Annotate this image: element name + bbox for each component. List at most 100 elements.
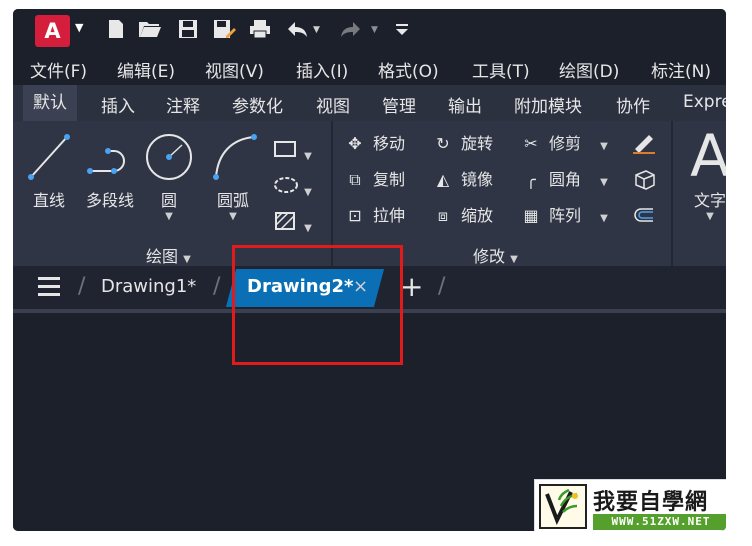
print-icon[interactable] bbox=[247, 18, 273, 44]
tab-manage[interactable]: 管理 bbox=[382, 92, 416, 117]
trim-dropdown-icon[interactable]: ▼ bbox=[600, 141, 608, 152]
cube-icon bbox=[635, 170, 655, 190]
move-tool[interactable]: ✥ 移动 bbox=[343, 131, 405, 157]
tab-home[interactable]: 默认 bbox=[23, 85, 77, 121]
scale-icon: ⧈ bbox=[437, 206, 449, 225]
tab-separator: / bbox=[78, 274, 86, 299]
line-label: 直线 bbox=[32, 191, 65, 210]
erase-tool[interactable] bbox=[631, 131, 657, 157]
mirror-tool[interactable]: ◭ 镜像 bbox=[431, 167, 493, 193]
draw-panel-label[interactable]: 绘图 ▼ bbox=[146, 243, 191, 267]
watermark-title: 我要自學網 bbox=[593, 490, 709, 515]
circle-tool[interactable]: 圆 ▼ bbox=[143, 129, 195, 222]
menu-insert[interactable]: 插入(I) bbox=[296, 57, 348, 82]
rectangle-icon bbox=[274, 141, 296, 157]
menu-view[interactable]: 视图(V) bbox=[205, 57, 264, 82]
redo-dropdown-icon[interactable]: ▼ bbox=[371, 25, 378, 35]
scale-tool[interactable]: ⧈ 缩放 bbox=[431, 203, 493, 229]
customize-toolbar-icon[interactable] bbox=[389, 18, 415, 44]
text-dropdown-icon[interactable]: ▼ bbox=[685, 211, 726, 222]
save-icon[interactable] bbox=[175, 18, 201, 44]
watermark: 我要自學網 WWW.51ZXW.NET bbox=[534, 479, 726, 531]
rotate-icon: ↻ bbox=[436, 134, 450, 153]
fillet-icon: ╭ bbox=[526, 170, 536, 189]
hatch-dropdown-icon[interactable]: ▼ bbox=[304, 223, 312, 234]
watermark-logo bbox=[539, 484, 587, 529]
menu-draw[interactable]: 绘图(D) bbox=[559, 57, 619, 82]
new-file-icon[interactable] bbox=[103, 18, 129, 44]
undo-dropdown-icon[interactable]: ▼ bbox=[313, 25, 320, 35]
ellipse-dropdown-icon[interactable]: ▼ bbox=[304, 187, 312, 198]
tab-collaborate[interactable]: 协作 bbox=[616, 92, 650, 117]
open-folder-icon[interactable] bbox=[137, 18, 163, 44]
array-dropdown-icon[interactable]: ▼ bbox=[600, 213, 608, 224]
menu-icon[interactable] bbox=[38, 277, 60, 301]
tab-addins[interactable]: 附加模块 bbox=[514, 92, 582, 117]
new-tab-icon[interactable]: + bbox=[400, 270, 423, 303]
tab-separator: / bbox=[438, 274, 446, 299]
circle-dropdown-icon[interactable]: ▼ bbox=[143, 211, 195, 222]
tab-express[interactable]: Expre bbox=[683, 92, 726, 112]
arc-tool[interactable]: 圆弧 ▼ bbox=[207, 129, 259, 222]
copy-tool[interactable]: ⧉ 复制 bbox=[343, 167, 405, 193]
polyline-icon bbox=[87, 148, 125, 174]
move-icon: ✥ bbox=[348, 134, 362, 153]
array-icon: ▦ bbox=[523, 206, 539, 225]
autocad-window: A ▼ ▼ ▼ 文件(F) 编辑(E) 视图(V) 插入(I) 格式(O) 工具… bbox=[13, 9, 726, 531]
hatch-icon bbox=[275, 212, 295, 230]
fillet-dropdown-icon[interactable]: ▼ bbox=[600, 177, 608, 188]
menu-bar: 文件(F) 编辑(E) 视图(V) 插入(I) 格式(O) 工具(T) 绘图(D… bbox=[13, 54, 726, 84]
trim-icon: ✂ bbox=[524, 134, 538, 153]
menu-edit[interactable]: 编辑(E) bbox=[117, 57, 175, 82]
rectangle-tool[interactable]: ▼ bbox=[273, 139, 312, 165]
modify-panel-label[interactable]: 修改 ▼ bbox=[473, 243, 518, 267]
arc-label: 圆弧 bbox=[216, 191, 249, 210]
text-tool[interactable]: A 文字 ▼ bbox=[685, 125, 726, 222]
rectangle-dropdown-icon[interactable]: ▼ bbox=[304, 151, 312, 162]
eraser-icon bbox=[633, 135, 655, 154]
watermark-url: WWW.51ZXW.NET bbox=[593, 514, 726, 530]
save-as-icon[interactable] bbox=[211, 18, 237, 44]
mirror-icon: ◭ bbox=[436, 170, 450, 189]
line-icon bbox=[28, 134, 70, 180]
rotate-tool[interactable]: ↻ 旋转 bbox=[431, 131, 493, 157]
offset-tool[interactable] bbox=[631, 203, 657, 229]
stretch-tool[interactable]: ⊡ 拉伸 bbox=[343, 203, 405, 229]
undo-icon[interactable] bbox=[285, 18, 311, 44]
arc-dropdown-icon[interactable]: ▼ bbox=[207, 211, 259, 222]
tab-separator: / bbox=[213, 274, 221, 299]
fillet-tool[interactable]: ╭ 圆角 ▼ bbox=[519, 167, 608, 193]
highlight-box bbox=[232, 245, 403, 365]
tab-insert[interactable]: 插入 bbox=[101, 92, 135, 117]
hatch-tool[interactable]: ▼ bbox=[273, 211, 312, 237]
line-tool[interactable]: 直线 bbox=[23, 129, 75, 211]
polyline-tool[interactable]: 多段线 bbox=[79, 129, 141, 211]
offset-icon bbox=[634, 208, 653, 222]
ellipse-tool[interactable]: ▼ bbox=[273, 175, 312, 201]
polyline-label: 多段线 bbox=[85, 191, 134, 210]
ellipse-icon bbox=[274, 177, 298, 193]
ribbon-tab-bar: 默认 插入 注释 参数化 视图 管理 输出 附加模块 协作 Expre bbox=[13, 85, 726, 121]
circle-icon bbox=[146, 134, 192, 180]
text-label: 文字 bbox=[693, 191, 726, 210]
stretch-icon: ⊡ bbox=[348, 206, 362, 225]
trim-tool[interactable]: ✂ 修剪 ▼ bbox=[519, 131, 608, 157]
tab-annotate[interactable]: 注释 bbox=[166, 92, 200, 117]
menu-tools[interactable]: 工具(T) bbox=[472, 57, 530, 82]
tab-view[interactable]: 视图 bbox=[316, 92, 350, 117]
array-tool[interactable]: ▦ 阵列 ▼ bbox=[519, 203, 608, 229]
title-bar: A ▼ ▼ ▼ bbox=[13, 9, 726, 54]
copy-icon: ⧉ bbox=[349, 170, 361, 189]
tab-parametric[interactable]: 参数化 bbox=[232, 92, 283, 117]
explode-tool[interactable] bbox=[631, 167, 657, 193]
arc-icon bbox=[213, 134, 257, 180]
redo-icon[interactable] bbox=[337, 18, 363, 44]
file-tab-drawing1[interactable]: Drawing1* bbox=[101, 276, 196, 297]
tab-output[interactable]: 输出 bbox=[448, 92, 482, 117]
menu-dimension[interactable]: 标注(N) bbox=[651, 57, 711, 82]
menu-file[interactable]: 文件(F) bbox=[30, 57, 87, 82]
menu-format[interactable]: 格式(O) bbox=[378, 57, 439, 82]
text-icon: A bbox=[690, 122, 726, 190]
application-button[interactable]: A bbox=[35, 15, 70, 47]
chevron-down-icon[interactable]: ▼ bbox=[75, 21, 83, 34]
